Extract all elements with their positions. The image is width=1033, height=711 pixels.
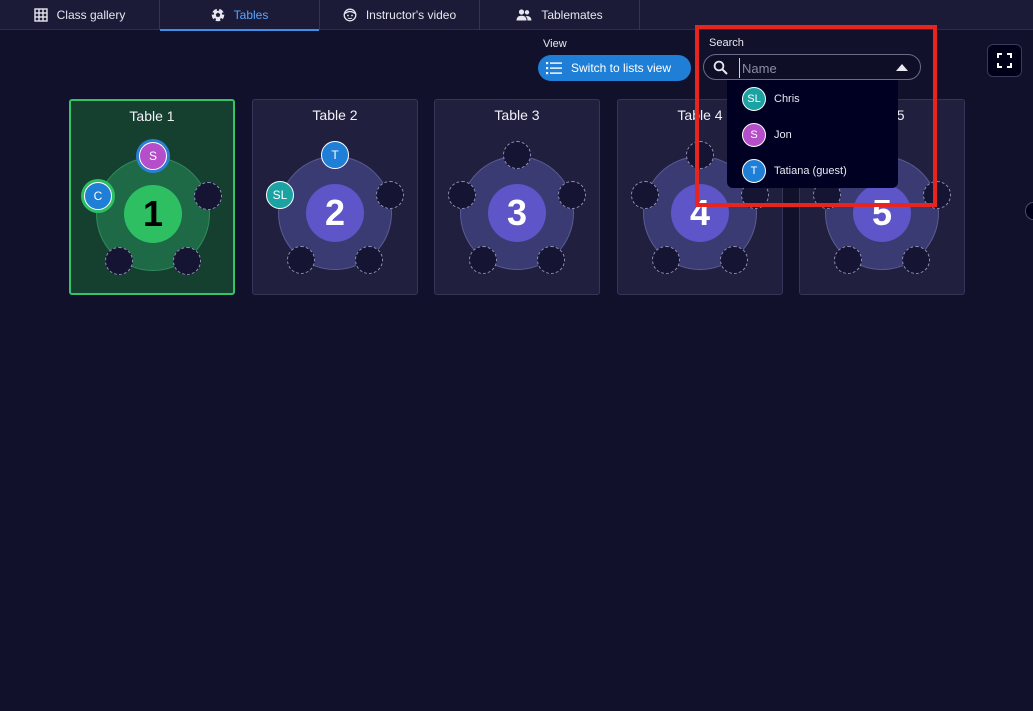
empty-seat[interactable] [194,182,222,210]
empty-seat[interactable] [448,181,476,209]
empty-seat[interactable] [537,246,565,274]
search-result-item[interactable]: T Tatiana (guest) [727,153,898,189]
seat-avatar[interactable]: T [321,141,349,169]
switch-to-lists-view-button[interactable]: Switch to lists view [538,55,691,81]
avatar: S [742,123,766,147]
tab-label: Instructor's video [365,8,457,22]
empty-seat[interactable] [503,141,531,169]
empty-seat[interactable] [834,246,862,274]
table-number: 3 [488,184,546,242]
tab-class-gallery[interactable]: Class gallery [0,0,160,30]
search-input[interactable] [739,58,889,78]
search-result-name: Chris [774,93,800,105]
tab-instructors-video[interactable]: Instructor's video [320,0,480,30]
search-result-name: Jon [774,129,792,141]
empty-seat[interactable] [652,246,680,274]
empty-seat[interactable] [686,141,714,169]
table-card[interactable]: Table 3 3 [434,99,600,295]
empty-seat[interactable] [173,247,201,275]
search-result-item[interactable]: S Jon [727,117,898,153]
empty-seat[interactable] [355,246,383,274]
search-combobox[interactable] [703,54,921,80]
empty-seat[interactable] [469,246,497,274]
tab-label: Tables [233,8,269,22]
caret-up-icon[interactable] [896,64,908,71]
avatar: T [742,159,766,183]
table-number: 4 [671,184,729,242]
tab-label: Tablemates [541,8,603,22]
soccer-ball-icon [211,8,224,22]
table-number: 2 [306,184,364,242]
grid-icon [33,8,48,22]
empty-seat[interactable] [376,181,404,209]
seat-avatar[interactable]: C [84,182,112,210]
table-title: Table 3 [494,107,540,123]
empty-seat[interactable] [902,246,930,274]
seat-avatar[interactable]: SL [266,181,294,209]
search-result-item[interactable]: SL Chris [727,81,898,117]
empty-seat[interactable] [287,246,315,274]
empty-seat[interactable] [558,181,586,209]
search-results-dropdown: SL Chris S Jon T Tatiana (guest) [727,80,898,188]
empty-seat[interactable] [105,247,133,275]
avatar: SL [742,87,766,111]
face-icon [343,8,357,22]
tab-tables[interactable]: Tables [160,0,320,31]
list-icon [546,62,562,75]
table-card[interactable]: Table 2 2 T SL [252,99,418,295]
seat-avatar[interactable]: S [139,142,167,170]
table-title: Table 1 [129,108,175,124]
tab-label: Class gallery [56,8,126,22]
search-icon [713,60,728,75]
table-number: 5 [853,184,911,242]
fullscreen-button[interactable] [987,44,1022,77]
empty-seat[interactable] [631,181,659,209]
table-number: 1 [124,185,182,243]
empty-seat[interactable] [720,246,748,274]
table-title: Table 2 [312,107,358,123]
tab-tablemates[interactable]: Tablemates [480,0,640,30]
tab-bar: Class gallery Tables Instructor's video … [0,0,1033,31]
view-label: View [543,38,567,50]
empty-seat[interactable] [923,181,951,209]
search-label: Search [709,37,744,49]
people-icon [516,9,532,21]
search-result-name: Tatiana (guest) [774,165,847,177]
table-card[interactable]: Table 1 1 SC [69,99,235,295]
side-panel-handle[interactable] [1025,202,1033,220]
fullscreen-icon [997,53,1012,68]
switch-button-label: Switch to lists view [571,61,672,75]
